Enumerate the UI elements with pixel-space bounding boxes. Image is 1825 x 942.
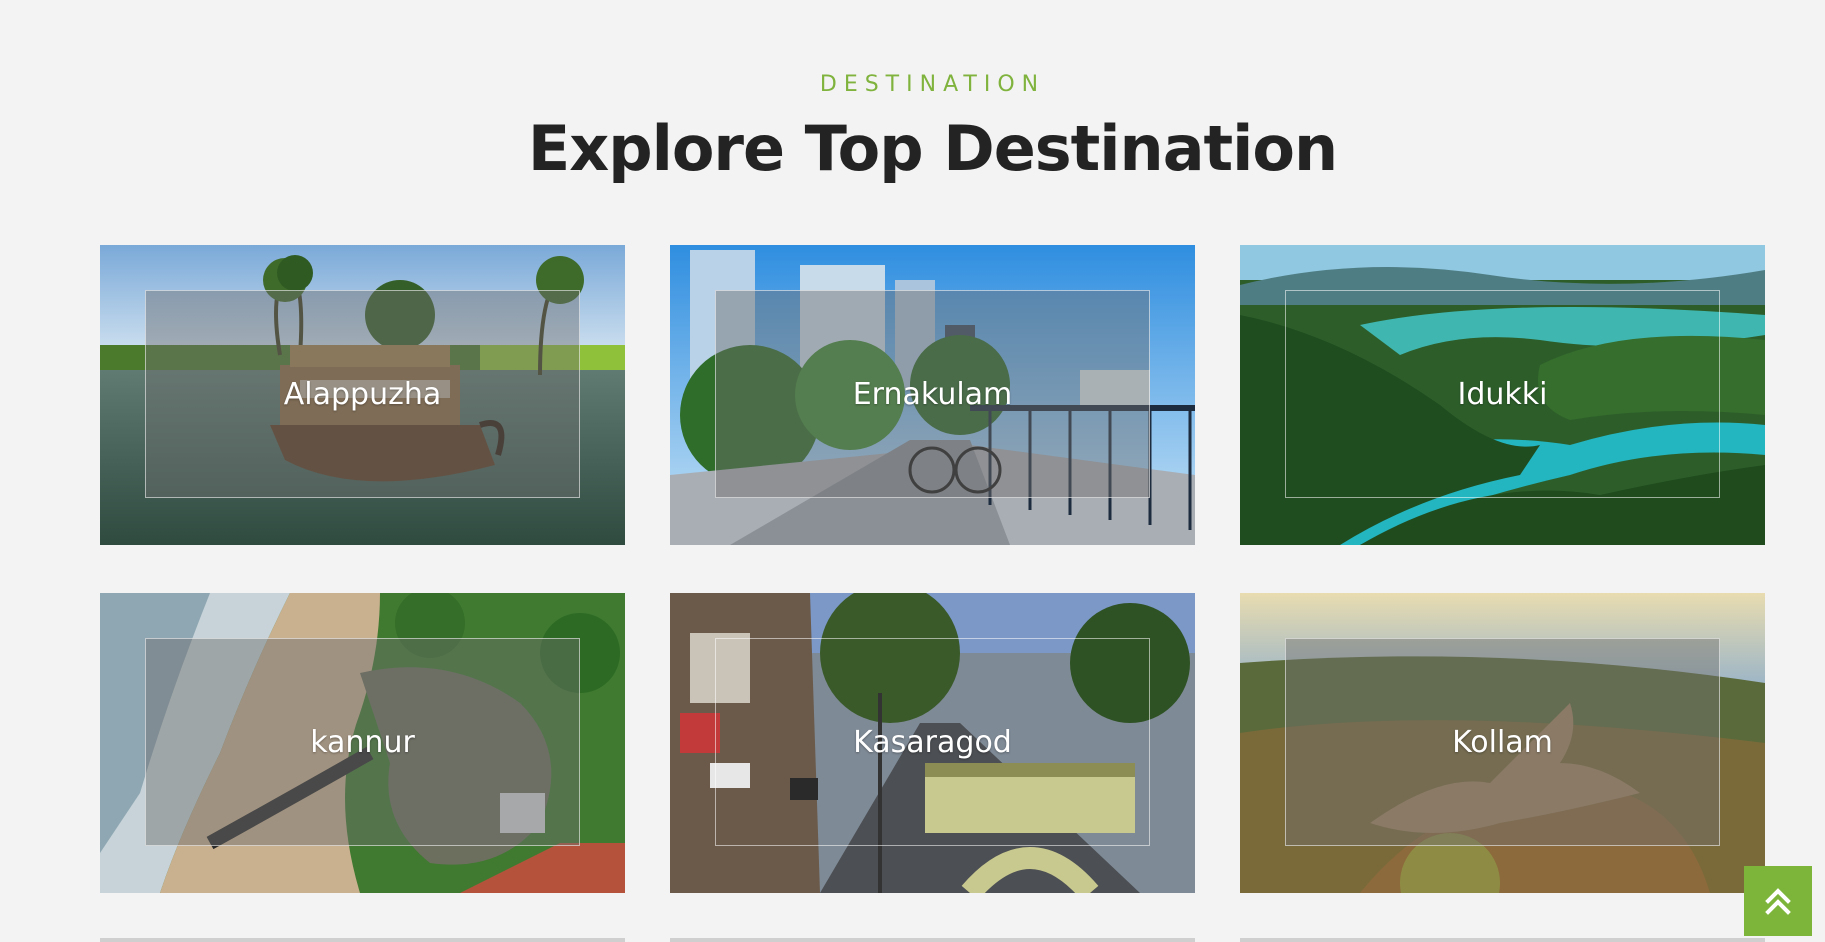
destination-name: Kasaragod bbox=[853, 724, 1012, 760]
destination-card-alappuzha[interactable]: Alappuzha bbox=[100, 245, 625, 545]
destination-name: Idukki bbox=[1457, 376, 1548, 412]
scroll-to-top-button[interactable] bbox=[1744, 866, 1812, 936]
next-row-card-peek bbox=[1240, 938, 1765, 942]
destination-card-kasaragod[interactable]: Kasaragod bbox=[670, 593, 1195, 893]
section-title: Explore Top Destination bbox=[527, 112, 1338, 185]
destination-overlay: Idukki bbox=[1285, 290, 1720, 498]
destination-card-ernakulam[interactable]: Ernakulam bbox=[670, 245, 1195, 545]
next-row-card-peek bbox=[670, 938, 1195, 942]
destination-name: Kollam bbox=[1452, 724, 1553, 760]
section-eyebrow: DESTINATION bbox=[819, 72, 1046, 97]
destination-name: kannur bbox=[310, 724, 415, 760]
destination-overlay: Kollam bbox=[1285, 638, 1720, 846]
destination-overlay: Alappuzha bbox=[145, 290, 580, 498]
next-row-card-peek bbox=[100, 938, 625, 942]
destination-card-kollam[interactable]: Kollam bbox=[1240, 593, 1765, 893]
destination-name: Alappuzha bbox=[283, 376, 442, 412]
double-chevron-up-icon bbox=[1765, 888, 1791, 915]
destination-section: DESTINATION Explore Top Destination Alap… bbox=[0, 0, 1825, 942]
destination-card-kannur[interactable]: kannur bbox=[100, 593, 625, 893]
destination-card-idukki[interactable]: Idukki bbox=[1240, 245, 1765, 545]
destination-overlay: kannur bbox=[145, 638, 580, 846]
destination-name: Ernakulam bbox=[852, 376, 1013, 412]
destination-overlay: Kasaragod bbox=[715, 638, 1150, 846]
destination-overlay: Ernakulam bbox=[715, 290, 1150, 498]
